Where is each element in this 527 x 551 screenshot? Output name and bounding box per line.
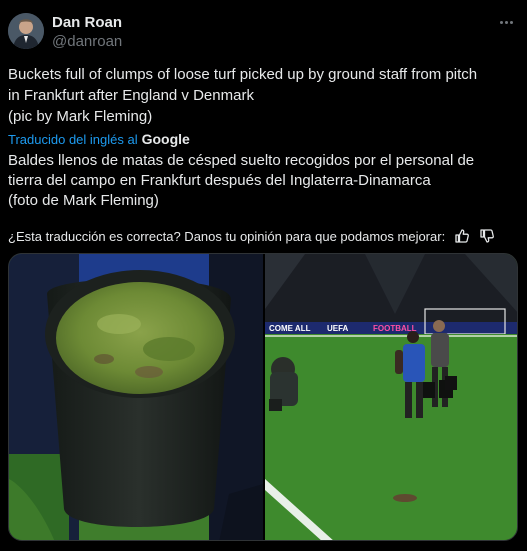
person-avatar-icon [8,13,44,49]
translation-line: (foto de Mark Fleming) [8,192,159,209]
more-options-icon[interactable] [497,13,515,31]
tweet-text-line: Buckets full of clumps of loose turf pic… [8,66,478,83]
tweet-translation: Baldes llenos de matas de césped suelto … [8,151,518,211]
board-text-right: FOOTBALL [373,324,417,333]
translation-feedback: ¿Esta traducción es correcta? Danos tu o… [8,228,495,244]
board-text-center: UEFA [327,324,349,333]
translation-line: Baldes llenos de matas de césped suelto … [8,152,475,169]
photo-ground-staff-on-pitch[interactable]: COME ALL UEFA FOOTBALL [265,254,517,540]
avatar[interactable] [8,13,44,49]
tweet-card: Dan Roan @danroan Buckets full of clumps… [0,0,527,551]
translation-line: tierra del campo en Frankfurt después de… [8,172,431,189]
translation-attribution[interactable]: Traducido del inglés al Google [8,131,190,147]
feedback-prompt: ¿Esta traducción es correcta? Danos tu o… [8,228,446,244]
author-handle[interactable]: @danroan [52,33,122,50]
photo-bucket-of-turf[interactable] [9,254,263,540]
google-logo: Google [141,131,190,147]
thumbs-down-icon[interactable] [479,228,495,244]
author-display-name[interactable]: Dan Roan [52,14,122,31]
tweet-text: Buckets full of clumps of loose turf pic… [8,64,518,127]
translated-from-label: Traducido del inglés al [8,131,138,147]
thumbs-up-icon[interactable] [454,228,470,244]
tweet-text-line: in Frankfurt after England v Denmark [8,87,254,104]
tweet-text-line: (pic by Mark Fleming) [8,108,153,125]
tweet-media: COME ALL UEFA FOOTBALL [8,253,518,541]
board-text-left: COME ALL [269,324,311,333]
